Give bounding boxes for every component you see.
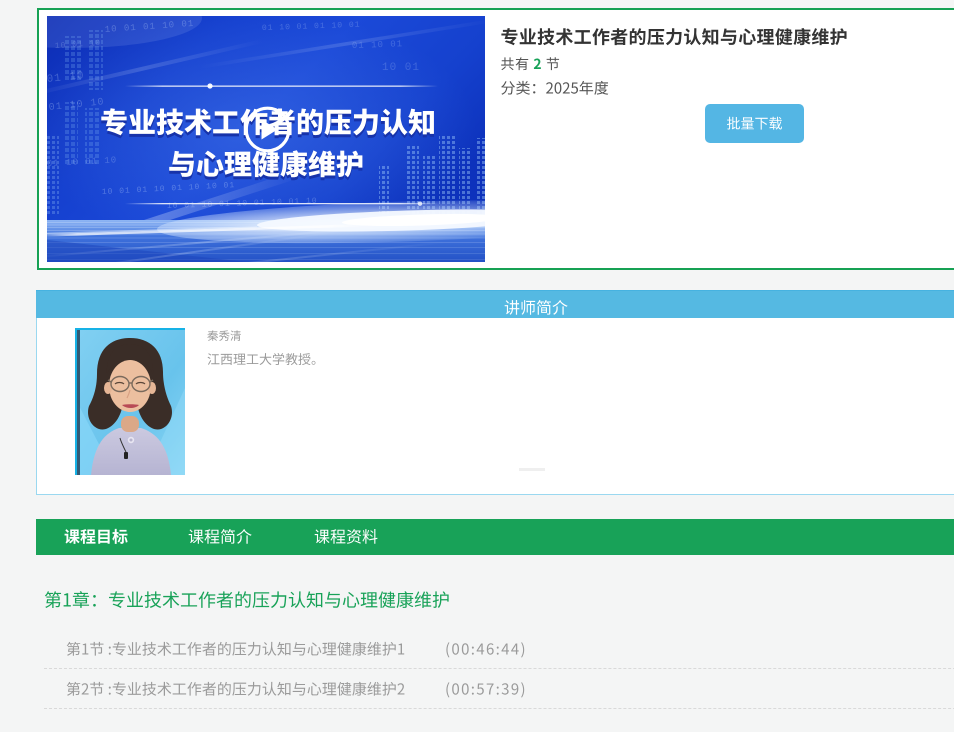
svg-text:10 01: 10 01 bbox=[382, 62, 420, 74]
